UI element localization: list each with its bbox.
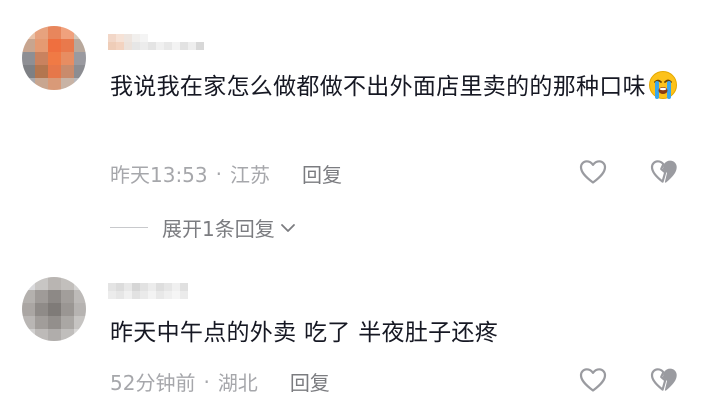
- heart-outline-icon: [579, 368, 607, 392]
- avatar[interactable]: [22, 26, 86, 90]
- comment-body: 昨天中午点的外卖 吃了 半夜肚子还疼: [110, 320, 499, 346]
- comment-location: 湖北: [217, 371, 258, 395]
- dislike-button[interactable]: [649, 157, 679, 187]
- comment-body: 我说我在家怎么做都做不出外面店里卖的的那种口味: [110, 74, 646, 100]
- username-blurred[interactable]: [108, 283, 188, 301]
- loudly-crying-face-icon: [648, 70, 678, 112]
- comment-meta: 昨天13:53 · 江苏 回复: [110, 159, 342, 188]
- comment-meta: 52分钟前 · 湖北 回复: [110, 367, 330, 396]
- comment-time: 昨天13:53: [110, 163, 208, 187]
- broken-heart-icon: [650, 368, 677, 391]
- dislike-button[interactable]: [649, 365, 679, 395]
- comment-location: 江苏: [230, 163, 270, 187]
- reply-button[interactable]: 回复: [290, 367, 330, 396]
- chevron-down-icon: [279, 221, 297, 235]
- expand-replies[interactable]: 展开1条回复: [110, 213, 297, 242]
- comment-text: 我说我在家怎么做都做不出外面店里卖的的那种口味: [110, 68, 680, 112]
- like-button[interactable]: [578, 157, 608, 187]
- expand-replies-label: 展开1条回复: [162, 217, 275, 241]
- broken-heart-icon: [650, 160, 677, 183]
- heart-outline-icon: [579, 160, 607, 184]
- comment-time: 52分钟前: [110, 371, 196, 395]
- username-blurred[interactable]: [108, 34, 204, 52]
- meta-separator: ·: [203, 369, 210, 394]
- comment-text: 昨天中午点的外卖 吃了 半夜肚子还疼: [110, 314, 680, 352]
- reply-button[interactable]: 回复: [302, 159, 342, 188]
- like-button[interactable]: [578, 365, 608, 395]
- meta-separator: ·: [215, 161, 222, 186]
- divider-line: [110, 227, 148, 228]
- avatar[interactable]: [22, 277, 86, 341]
